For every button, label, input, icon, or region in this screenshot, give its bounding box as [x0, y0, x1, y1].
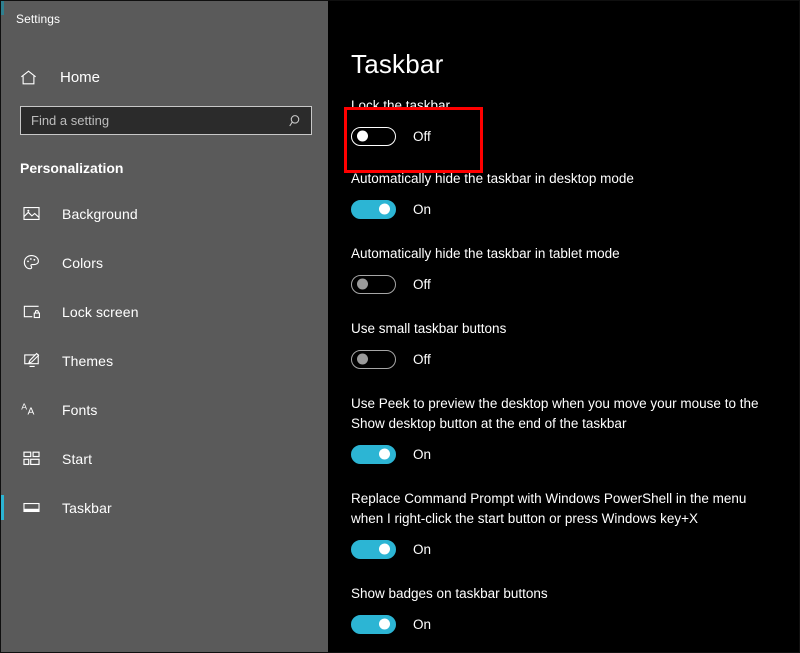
toggle-state-label: Off	[413, 128, 431, 144]
sidebar-item-colors[interactable]: Colors	[1, 238, 328, 287]
sidebar-section-heading: Personalization	[20, 160, 124, 176]
selection-indicator	[1, 299, 4, 324]
setting-label: Show badges on taskbar buttons	[351, 586, 548, 601]
toggle-knob	[357, 130, 368, 142]
sidebar-item-background[interactable]: Background	[1, 189, 328, 238]
main-content: Taskbar Lock the taskbar Off Automatical…	[328, 1, 799, 652]
setting-label: Automatically hide the taskbar in tablet…	[351, 246, 620, 261]
toggle-row: On	[351, 538, 799, 560]
toggle-state-label: On	[413, 446, 432, 462]
toggle-lock-the-taskbar[interactable]	[351, 126, 396, 146]
toggle-use-peek[interactable]	[351, 444, 396, 464]
picture-icon	[20, 203, 42, 225]
search-container	[20, 106, 312, 135]
toggle-row: Off	[351, 125, 799, 147]
toggle-autohide-tablet[interactable]	[351, 274, 396, 294]
setting-use-peek: Use Peek to preview the desktop when you…	[351, 394, 799, 465]
setting-replace-command-prompt: Replace Command Prompt with Windows Powe…	[351, 489, 799, 560]
toggle-knob	[357, 353, 368, 365]
toggle-row: Off	[351, 348, 799, 370]
sidebar-item-taskbar[interactable]: Taskbar	[1, 483, 328, 532]
toggle-knob	[379, 543, 390, 555]
window-accent-sliver	[1, 1, 4, 15]
sidebar-item-start[interactable]: Start	[1, 434, 328, 483]
sidebar-nav-list: Background Colors Lock screen Themes A A…	[1, 189, 328, 532]
sidebar-item-fonts[interactable]: A A Fonts	[1, 385, 328, 434]
fonts-icon: A A	[20, 399, 42, 421]
page-title: Taskbar	[351, 49, 444, 79]
sidebar-item-label: Lock screen	[62, 303, 139, 320]
toggle-knob	[379, 618, 390, 630]
search-input[interactable]	[20, 106, 312, 135]
svg-text:A: A	[27, 406, 34, 417]
svg-text:A: A	[21, 402, 27, 412]
setting-autohide-desktop: Automatically hide the taskbar in deskto…	[351, 169, 799, 220]
start-tiles-icon	[20, 448, 42, 470]
selection-indicator	[1, 495, 4, 520]
setting-label: Replace Command Prompt with Windows Powe…	[351, 491, 747, 526]
toggle-knob	[357, 278, 368, 290]
toggle-show-badges[interactable]	[351, 614, 396, 634]
selection-indicator	[1, 397, 4, 422]
setting-label: Use small taskbar buttons	[351, 321, 507, 336]
window-title: Settings	[16, 12, 61, 26]
title-bar: Settings	[1, 1, 328, 37]
home-icon	[17, 66, 39, 88]
setting-show-badges: Show badges on taskbar buttons On	[351, 584, 799, 635]
selection-indicator	[1, 446, 4, 471]
toggle-autohide-desktop[interactable]	[351, 199, 396, 219]
toggle-row: Off	[351, 273, 799, 295]
themes-icon	[20, 350, 42, 372]
setting-small-buttons: Use small taskbar buttons Off	[351, 319, 799, 370]
sidebar-item-label: Start	[62, 450, 93, 467]
sidebar-item-label: Background	[62, 205, 138, 222]
sidebar-item-themes[interactable]: Themes	[1, 336, 328, 385]
palette-icon	[20, 252, 42, 274]
selection-indicator	[1, 250, 4, 275]
toggle-row: On	[351, 613, 799, 635]
home-label: Home	[60, 68, 101, 86]
sidebar: Settings Home Personalization	[1, 1, 328, 652]
settings-window: Settings Home Personalization	[0, 0, 800, 653]
toggle-state-label: On	[413, 541, 432, 557]
setting-label: Use Peek to preview the desktop when you…	[351, 396, 759, 431]
toggle-knob	[379, 448, 390, 460]
toggle-knob	[379, 203, 390, 215]
setting-label: Lock the taskbar	[351, 98, 451, 113]
sidebar-item-label: Taskbar	[62, 499, 112, 516]
setting-lock-the-taskbar: Lock the taskbar Off	[351, 96, 799, 147]
toggle-state-label: Off	[413, 276, 431, 292]
sidebar-item-lock-screen[interactable]: Lock screen	[1, 287, 328, 336]
toggle-state-label: On	[413, 616, 432, 632]
selection-indicator	[1, 348, 4, 373]
sidebar-item-label: Colors	[62, 254, 104, 271]
setting-label: Automatically hide the taskbar in deskto…	[351, 171, 634, 186]
lock-screen-icon	[20, 301, 42, 323]
selection-indicator	[1, 201, 4, 226]
toggle-row: On	[351, 443, 799, 465]
toggle-replace-command-prompt[interactable]	[351, 539, 396, 559]
taskbar-icon	[20, 497, 42, 519]
setting-autohide-tablet: Automatically hide the taskbar in tablet…	[351, 244, 799, 295]
sidebar-item-home[interactable]: Home	[1, 57, 328, 97]
toggle-small-buttons[interactable]	[351, 349, 396, 369]
toggle-state-label: On	[413, 201, 432, 217]
sidebar-item-label: Themes	[62, 352, 114, 369]
toggle-state-label: Off	[413, 351, 431, 367]
sidebar-item-label: Fonts	[62, 401, 98, 418]
toggle-row: On	[351, 198, 799, 220]
